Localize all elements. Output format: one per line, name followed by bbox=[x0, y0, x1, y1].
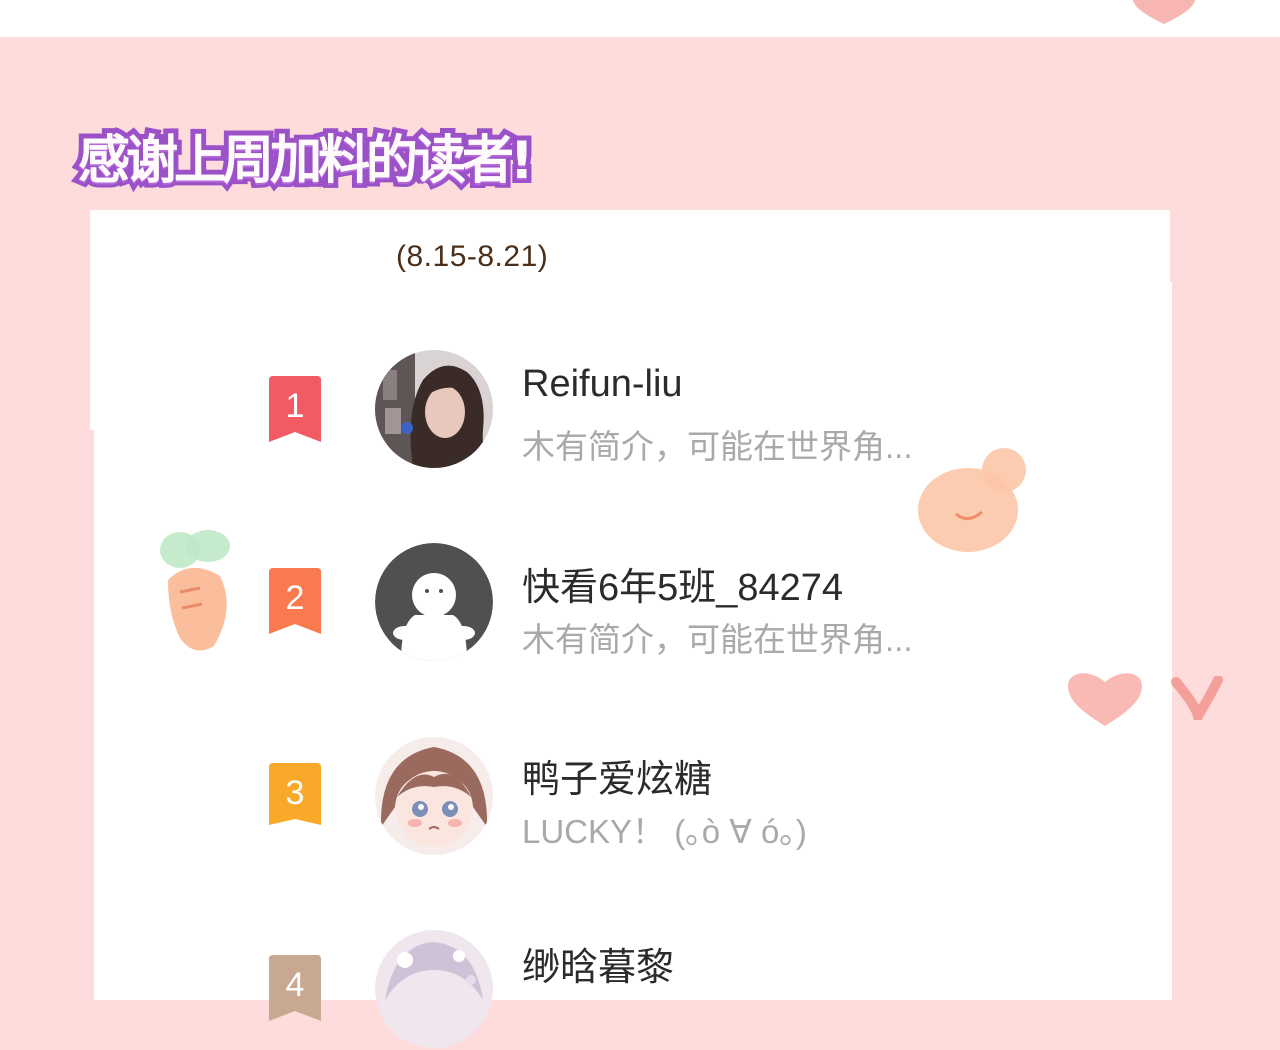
rank-number: 4 bbox=[285, 966, 305, 1004]
rank-badge: 4 bbox=[265, 955, 325, 1021]
user-bio: 木有简介，可能在世界角... bbox=[522, 428, 913, 465]
user-name: 快看6年5班_84274 bbox=[522, 567, 844, 609]
user-name: 鸭子爱炫糖 bbox=[522, 759, 713, 801]
avatar[interactable] bbox=[375, 737, 493, 855]
rank-number: 3 bbox=[285, 774, 305, 812]
user-name: 缈晗暮黎 bbox=[522, 947, 675, 989]
card-edge-right bbox=[1170, 210, 1172, 282]
title-fill: 感谢上周加料的读者! bbox=[78, 131, 534, 191]
list-item[interactable]: 2 快看6年5班_84274 木有简介，可能在世界角... bbox=[260, 543, 980, 663]
rank-badge: 1 bbox=[265, 376, 325, 442]
carrot-sticker bbox=[160, 530, 230, 651]
list-item[interactable]: 1 Reifun-liu 木有简介，可能在世界角... bbox=[260, 350, 980, 470]
user-bio: LUCKY！ (｡ò ∀ ó｡) bbox=[522, 813, 807, 850]
rank-number: 2 bbox=[285, 579, 305, 617]
date-range: (8.15-8.21) bbox=[396, 240, 549, 273]
avatar[interactable] bbox=[375, 543, 493, 661]
rank-number: 1 bbox=[285, 387, 305, 425]
card-edge bbox=[90, 430, 94, 1000]
avatar[interactable] bbox=[375, 930, 493, 1048]
page-title: 感谢上周加料的读者! 感谢上周加料的读者! bbox=[73, 126, 718, 196]
bear-sticker bbox=[918, 448, 1026, 552]
user-bio: 木有简介，可能在世界角... bbox=[522, 621, 913, 658]
rank-badge: 3 bbox=[265, 763, 325, 829]
small-heart-sticker bbox=[1171, 676, 1223, 720]
heart-sticker bbox=[1132, 0, 1196, 24]
user-name: Reifun-liu bbox=[522, 363, 683, 405]
list-item[interactable]: 3 鸭子爱炫糖 LUCKY！ (｡ò ∀ ó｡) bbox=[260, 737, 980, 857]
avatar[interactable] bbox=[375, 350, 493, 468]
top-white-strip bbox=[0, 0, 1280, 37]
heart-sticker bbox=[1068, 673, 1142, 726]
list-item[interactable]: 4 缈晗暮黎 bbox=[260, 930, 980, 1050]
rank-badge: 2 bbox=[265, 568, 325, 634]
